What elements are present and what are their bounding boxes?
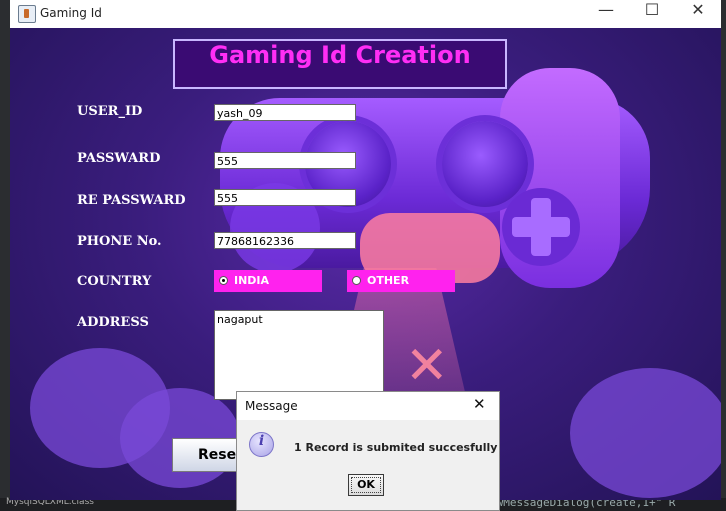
- heading-box: Gaming Id Creation: [173, 39, 507, 89]
- dialog-message: 1 Record is submited succesfully: [294, 441, 498, 454]
- gamepad-right-stick: [442, 121, 528, 207]
- password-label: PASSWARD: [77, 151, 161, 166]
- maximize-button[interactable]: ☐: [629, 0, 675, 28]
- radio-unselected-icon: [352, 276, 361, 285]
- ok-button[interactable]: OK: [348, 474, 384, 496]
- window-titlebar[interactable]: Gaming Id — ☐ ✕: [10, 0, 721, 28]
- cloud-decoration: [570, 368, 721, 498]
- gamepad-dpad: [502, 188, 580, 266]
- dialog-title: Message: [245, 399, 298, 413]
- close-button[interactable]: ✕: [675, 0, 721, 28]
- re-password-label: RE PASSWARD: [77, 193, 186, 208]
- radio-label: INDIA: [234, 274, 270, 287]
- user-id-label: USER_ID: [77, 104, 143, 119]
- address-textarea[interactable]: nagaput: [214, 310, 384, 400]
- java-app-icon: [18, 5, 36, 23]
- phone-input[interactable]: 77868162336: [214, 232, 356, 249]
- page-title: Gaming Id Creation: [209, 41, 471, 69]
- window-title: Gaming Id: [40, 6, 102, 20]
- password-input[interactable]: 555: [214, 152, 356, 169]
- address-label: ADDRESS: [77, 315, 149, 330]
- radio-label: OTHER: [367, 274, 410, 287]
- country-label: COUNTRY: [77, 274, 152, 289]
- re-password-input[interactable]: 555: [214, 189, 356, 206]
- info-icon: i: [249, 432, 274, 457]
- message-dialog: Message ✕ i 1 Record is submited succesf…: [236, 391, 500, 511]
- x-mark-icon: ✕: [405, 336, 449, 396]
- country-radio-other[interactable]: OTHER: [347, 270, 455, 292]
- phone-label: PHONE No.: [77, 234, 162, 249]
- ide-editor-left-edge: [0, 0, 10, 509]
- dialog-titlebar[interactable]: Message ✕: [237, 392, 499, 420]
- dialog-close-button[interactable]: ✕: [473, 395, 486, 413]
- minimize-button[interactable]: —: [583, 0, 629, 28]
- ide-editor-right-edge: [721, 0, 726, 509]
- country-radio-india[interactable]: INDIA: [214, 270, 322, 292]
- user-id-input[interactable]: yash_09: [214, 104, 356, 121]
- radio-selected-icon: [219, 276, 228, 285]
